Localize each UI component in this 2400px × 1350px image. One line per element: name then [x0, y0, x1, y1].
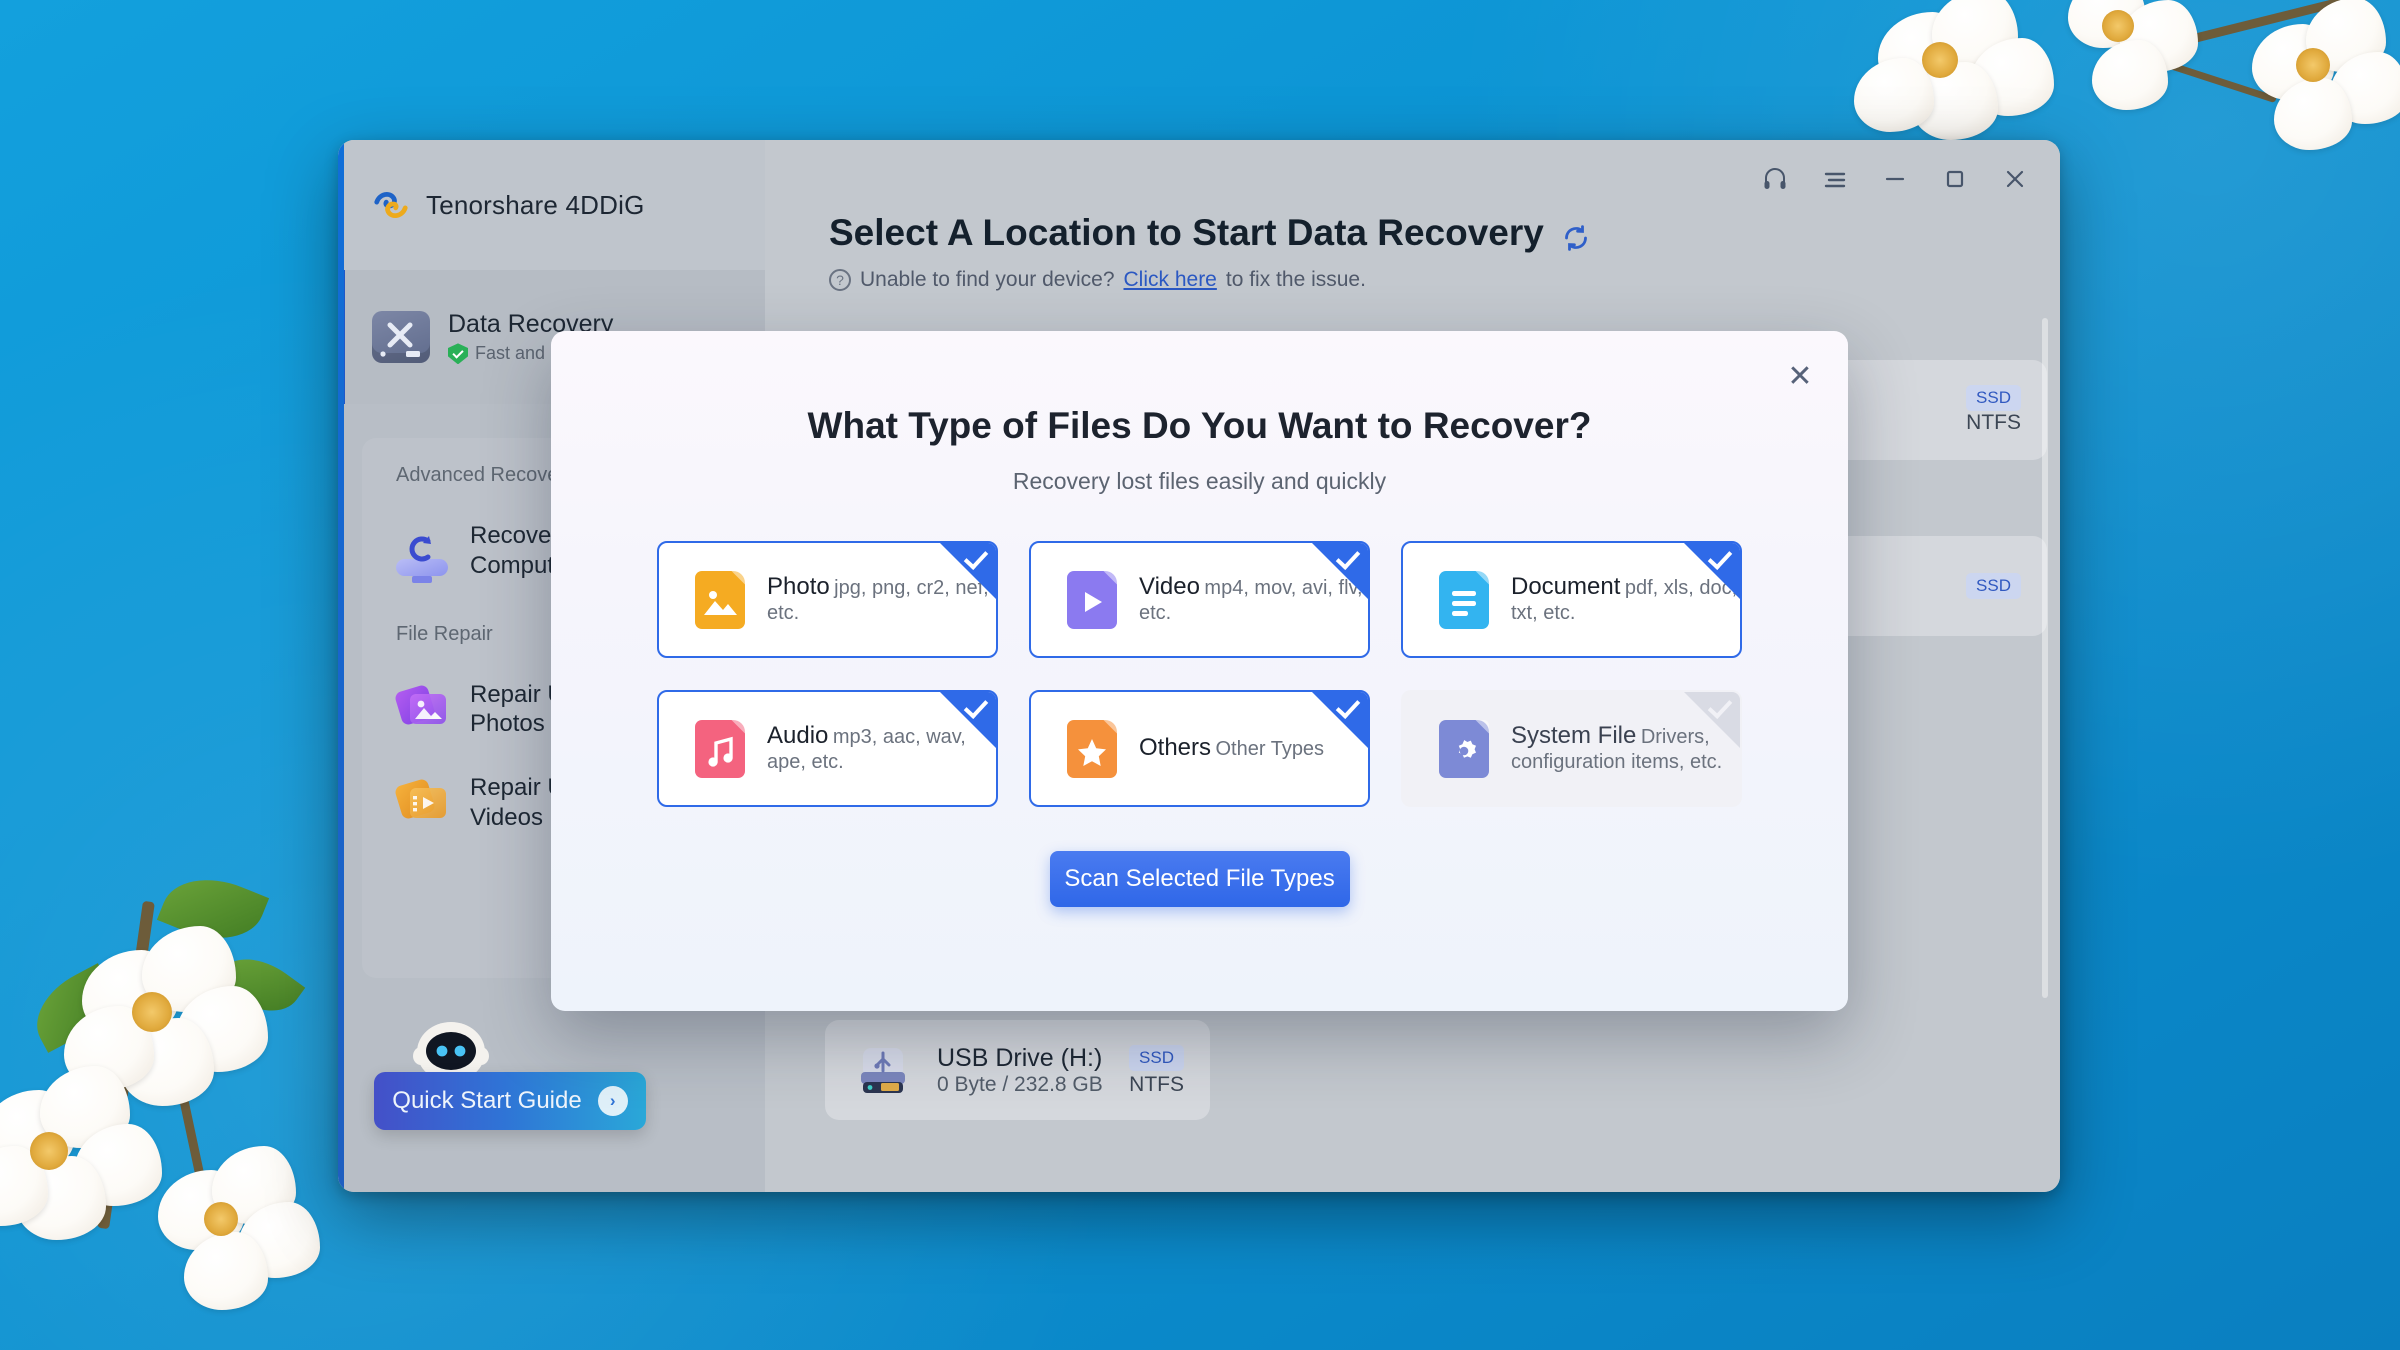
video-icon — [1067, 570, 1117, 629]
file-type-name: Video — [1139, 572, 1200, 600]
file-type-texts: Others Other Types — [1139, 734, 1324, 763]
file-type-card-document[interactable]: Document pdf, xls, doc, txt, etc. — [1401, 541, 1742, 658]
file-type-texts: Video mp4, mov, avi, flv, etc. — [1139, 573, 1368, 627]
file-type-texts: Audio mp3, aac, wav, ape, etc. — [767, 722, 996, 776]
modal-title: What Type of Files Do You Want to Recove… — [807, 405, 1592, 446]
photo-icon — [695, 570, 745, 629]
file-type-card-video[interactable]: Video mp4, mov, avi, flv, etc. — [1029, 541, 1370, 658]
file-type-card-system-file[interactable]: System File Drivers, configuration items… — [1401, 690, 1742, 807]
file-type-name: Photo — [767, 572, 830, 600]
file-type-desc: Other Types — [1215, 738, 1325, 761]
modal-overlay: ✕ What Type of Files Do You Want to Reco… — [0, 0, 2400, 1350]
scan-selected-file-types-button[interactable]: Scan Selected File Types — [1049, 851, 1350, 907]
file-type-texts: Photo jpg, png, cr2, nef, etc. — [767, 573, 996, 627]
file-type-texts: System File Drivers, configuration items… — [1511, 722, 1740, 776]
file-type-card-photo[interactable]: Photo jpg, png, cr2, nef, etc. — [657, 541, 998, 658]
file-type-modal: ✕ What Type of Files Do You Want to Reco… — [551, 331, 1848, 1011]
modal-close-button[interactable]: ✕ — [1780, 357, 1820, 397]
file-type-name: System File — [1511, 721, 1637, 749]
system-file-icon — [1439, 719, 1489, 778]
file-type-name: Audio — [767, 721, 829, 749]
file-type-card-others[interactable]: Others Other Types — [1029, 690, 1370, 807]
modal-subtitle: Recovery lost files easily and quickly — [1012, 468, 1387, 494]
file-type-card-audio[interactable]: Audio mp3, aac, wav, ape, etc. — [657, 690, 998, 807]
document-icon — [1439, 570, 1489, 629]
audio-icon — [695, 719, 745, 778]
others-icon — [1067, 719, 1117, 778]
file-type-name: Others — [1139, 734, 1212, 762]
file-type-grid: Photo jpg, png, cr2, nef, etc. Video mp4… — [652, 541, 1747, 807]
file-type-texts: Document pdf, xls, doc, txt, etc. — [1511, 573, 1740, 627]
file-type-name: Document — [1511, 572, 1621, 600]
